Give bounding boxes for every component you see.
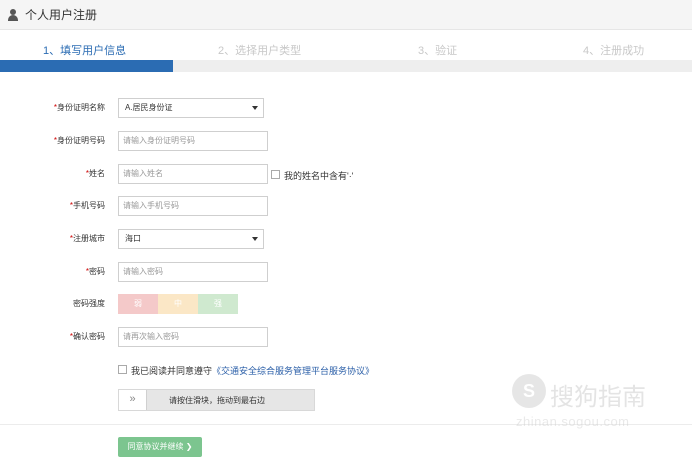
slider-hint: 请按住滑块，拖动到最右边 [169,396,265,405]
row-name: *姓名 请输入姓名 我的姓名中含有'·' [0,164,692,186]
watermark: S 搜狗指南 zhinan.sogou.com [512,374,672,434]
user-icon [7,8,19,21]
row-city: *注册城市 海口 [0,229,692,251]
page-title: 个人用户注册 [25,8,98,22]
phone-label: 手机号码 [73,201,105,210]
sogou-logo-icon: S [512,374,546,408]
watermark-text: 搜狗指南 [550,384,646,411]
step-progress-fill [0,60,173,72]
agree-continue-button[interactable]: 同意协议并继续 ❯ [118,437,202,457]
row-phone: *手机号码 请输入手机号码 [0,196,692,218]
id-type-select[interactable]: A.居民身份证 [118,98,264,118]
step-1: 1、填写用户信息 [43,45,127,57]
phone-input[interactable]: 请输入手机号码 [118,196,268,216]
row-confirm-password: *确认密码 请再次输入密码 [0,327,692,349]
dropdown-arrow-icon [252,106,258,110]
title-bar: 个人用户注册 [0,0,692,30]
id-number-label: 身份证明号码 [57,136,105,145]
row-password: *密码 请输入密码 [0,262,692,284]
city-value: 海口 [125,234,141,243]
step-3: 3、验证 [418,45,458,57]
step-2: 2、选择用户类型 [218,45,302,57]
strength-strong: 强 [198,294,238,314]
id-type-value: A.居民身份证 [125,103,173,112]
id-type-label: 身份证明名称 [57,103,105,112]
id-number-input[interactable]: 请输入身份证明号码 [118,131,268,151]
name-label: 姓名 [89,169,105,178]
row-id-type: *身份证明名称 A.居民身份证 [0,98,692,120]
slider-handle[interactable]: » [119,390,147,410]
watermark-url: zhinan.sogou.com [516,414,630,429]
city-label: 注册城市 [73,234,105,243]
agree-text: 我已阅读并同意遵守 [131,366,213,376]
password-input[interactable]: 请输入密码 [118,262,268,282]
password-strength-meter: 弱 中 强 [118,294,238,314]
step-4: 4、注册成功 [583,45,645,57]
confirm-password-input[interactable]: 请再次输入密码 [118,327,268,347]
name-dot-checkbox[interactable] [271,170,280,179]
agree-checkbox[interactable] [118,365,127,374]
step-progress-bar [0,60,692,72]
slide-verify: » 请按住滑块，拖动到最右边 [118,389,315,411]
step-indicator: 1、填写用户信息 2、选择用户类型 3、验证 4、注册成功 [0,40,692,60]
agreement-link[interactable]: 《交通安全综合服务管理平台服务协议》 [212,366,374,376]
name-dot-checkbox-label: 我的姓名中含有'·' [284,171,354,181]
strength-medium: 中 [158,294,198,314]
dropdown-arrow-icon [252,237,258,241]
strength-label: 密码强度 [73,299,105,308]
row-password-strength: 密码强度 弱 中 强 [0,294,692,316]
confirm-label: 确认密码 [73,332,105,341]
row-id-number: *身份证明号码 请输入身份证明号码 [0,131,692,153]
city-select[interactable]: 海口 [118,229,264,249]
name-input[interactable]: 请输入姓名 [118,164,268,184]
password-label: 密码 [89,267,105,276]
strength-weak: 弱 [118,294,158,314]
